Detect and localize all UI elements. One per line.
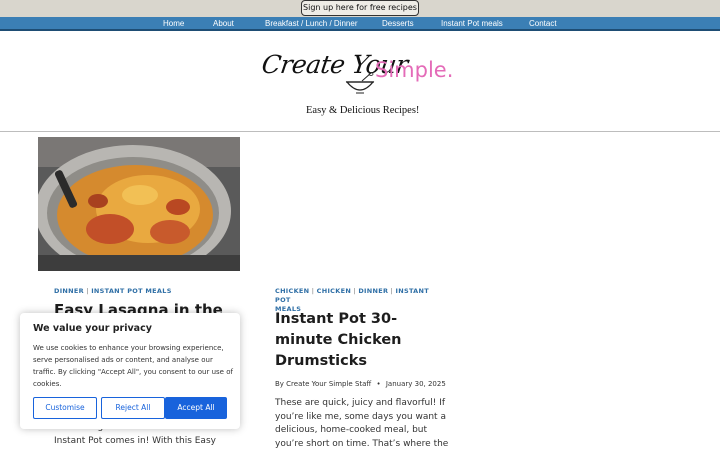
- cookie-description: We use cookies to enhance your browsing …: [33, 344, 233, 388]
- excerpt-line: Instant Pot comes in! With this Easy: [54, 435, 216, 446]
- category-link[interactable]: CHICKEN: [317, 287, 351, 295]
- reject-all-button[interactable]: Reject All: [101, 397, 165, 419]
- title-line: Drumsticks: [275, 353, 368, 369]
- nav-instant-pot-meals[interactable]: Instant Pot meals: [441, 17, 503, 31]
- cookie-heading: We value your privacy: [33, 323, 152, 334]
- article-thumbnail-lasagna[interactable]: [38, 137, 240, 271]
- nav-breakfast-lunch-dinner[interactable]: Breakfast / Lunch / Dinner: [265, 17, 358, 31]
- excerpt-line: you’re short on time. That’s where the: [275, 438, 449, 449]
- category-link[interactable]: CHICKEN: [275, 287, 309, 295]
- main-nav: Home About Breakfast / Lunch / Dinner De…: [0, 17, 720, 31]
- category-link[interactable]: DINNER: [358, 287, 388, 295]
- cookie-consent-banner: We value your privacy We use cookies to …: [20, 313, 240, 429]
- article-categories: DINNER | INSTANT POT MEALS: [54, 287, 172, 295]
- category-link[interactable]: INSTANT POT MEALS: [91, 287, 172, 295]
- nav-home[interactable]: Home: [163, 17, 184, 31]
- header-divider: [0, 131, 720, 132]
- logo-accent-text: Simple.: [375, 58, 454, 82]
- author-link[interactable]: By Create Your Simple Staff: [275, 380, 371, 388]
- nav-desserts[interactable]: Desserts: [382, 17, 414, 31]
- publish-date: January 30, 2025: [385, 380, 446, 388]
- title-line: Instant Pot 30-: [275, 311, 398, 327]
- accept-all-button[interactable]: Accept All: [165, 397, 227, 419]
- title-line: minute Chicken: [275, 332, 402, 348]
- nav-contact[interactable]: Contact: [529, 17, 557, 31]
- site-logo[interactable]: Create Your Simple. Easy & Delicious Rec…: [258, 44, 463, 124]
- nav-about[interactable]: About: [213, 17, 234, 31]
- excerpt-line: you’re like me, some days you want a: [275, 411, 446, 422]
- mixing-bowl-icon: [345, 72, 375, 94]
- meta-separator: •: [376, 380, 381, 388]
- article-excerpt: These are quick, juicy and flavorful! If…: [275, 397, 450, 450]
- article-title[interactable]: Instant Pot 30- minute Chicken Drumstick…: [275, 309, 445, 372]
- top-banner: Sign up here for free recipes ->: [0, 0, 720, 26]
- customise-button[interactable]: Customise: [33, 397, 97, 419]
- article-meta: By Create Your Simple Staff • January 30…: [275, 380, 446, 388]
- excerpt-line: These are quick, juicy and flavorful! If: [275, 398, 446, 408]
- excerpt-line: delicious, home-cooked meal, but: [275, 425, 428, 435]
- signup-button[interactable]: Sign up here for free recipes ->: [301, 0, 419, 26]
- logo-tagline: Easy & Delicious Recipes!: [306, 105, 420, 116]
- category-link[interactable]: DINNER: [54, 287, 84, 295]
